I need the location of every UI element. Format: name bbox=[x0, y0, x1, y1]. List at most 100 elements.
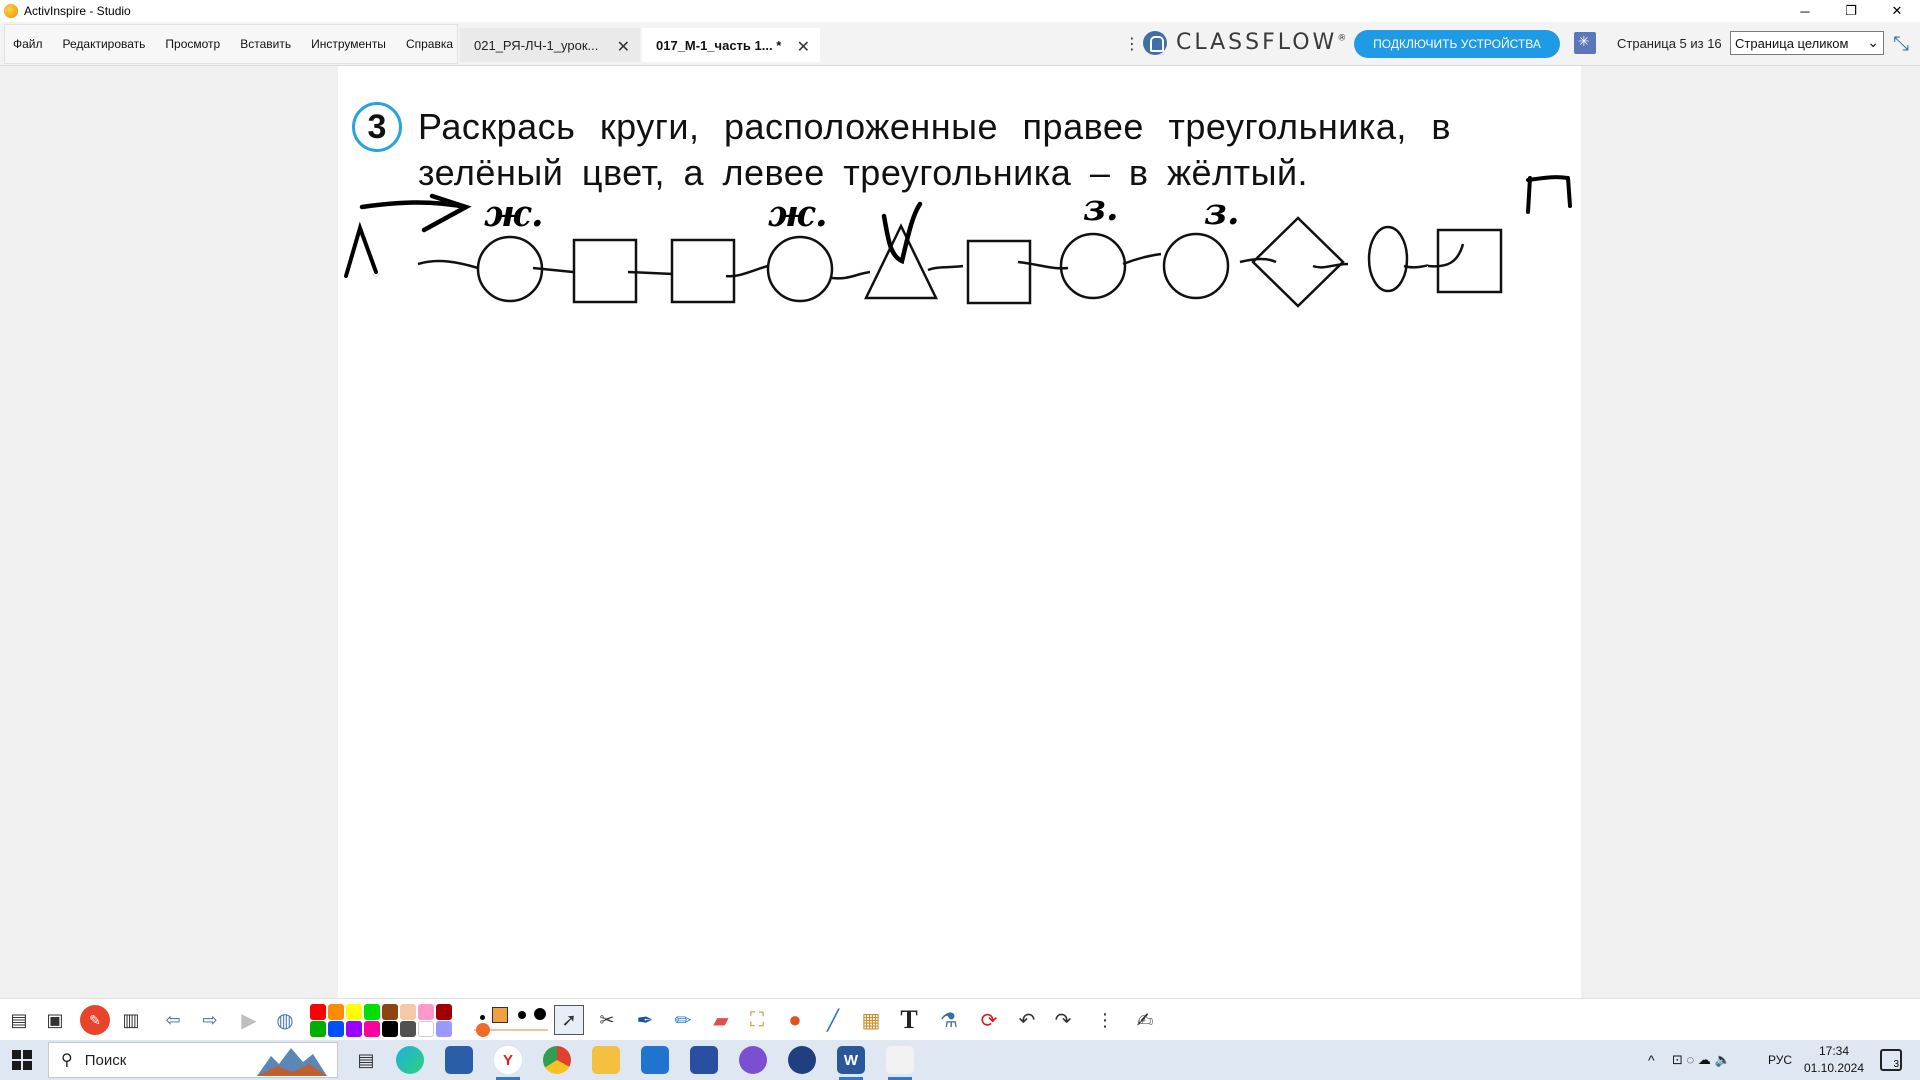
color-swatch-green[interactable] bbox=[364, 1004, 380, 1020]
page-browser-icon[interactable] bbox=[1574, 32, 1596, 54]
menu-file[interactable]: Файл bbox=[13, 37, 43, 51]
pen-size-medium[interactable] bbox=[518, 1011, 526, 1019]
globe-icon[interactable]: ◍ bbox=[270, 1005, 300, 1035]
clock-time: 17:34 bbox=[1818, 1044, 1850, 1058]
resource-library-icon[interactable]: ▦ bbox=[856, 1005, 886, 1035]
desktop-annotate-icon[interactable]: ▥ bbox=[116, 1005, 146, 1035]
search-placeholder: Поиск bbox=[84, 1051, 127, 1069]
highlighter-icon[interactable]: ✏ bbox=[668, 1005, 698, 1035]
menu-tools[interactable]: Инструменты bbox=[311, 37, 386, 51]
connect-devices-button[interactable]: ПОДКЛЮЧИТЬ УСТРОЙСТВА bbox=[1354, 30, 1560, 58]
tab-label: 017_М-1_часть 1... * bbox=[656, 37, 782, 53]
shape-circle bbox=[1162, 232, 1230, 300]
classflow-registered-mark: ® bbox=[1337, 33, 1347, 44]
reset-page-icon[interactable]: ⟳ bbox=[974, 1005, 1004, 1035]
word-icon[interactable]: W bbox=[837, 1046, 865, 1080]
chrome-browser-icon[interactable] bbox=[543, 1046, 571, 1074]
windows-start-icon[interactable] bbox=[12, 1050, 32, 1070]
play-icon[interactable]: ▶ bbox=[234, 1005, 264, 1035]
menu-view[interactable]: Просмотр bbox=[165, 37, 220, 51]
magic-ink-icon[interactable]: ⚗ bbox=[934, 1005, 964, 1035]
color-swatch-orange[interactable] bbox=[328, 1004, 344, 1020]
redo-icon[interactable]: ↷ bbox=[1048, 1005, 1078, 1035]
shapes-tool-icon[interactable]: ● bbox=[780, 1005, 810, 1035]
color-swatch-blue[interactable] bbox=[328, 1021, 344, 1037]
pen-size-small[interactable] bbox=[480, 1015, 485, 1020]
taskbar-search[interactable]: ⚲ Поиск bbox=[48, 1042, 338, 1078]
color-swatch-magenta[interactable] bbox=[364, 1021, 380, 1037]
clock-date: 01.10.2024 bbox=[1803, 1061, 1865, 1075]
menu-help[interactable]: Справка bbox=[406, 37, 453, 51]
edge-browser-icon[interactable] bbox=[396, 1046, 424, 1074]
file-explorer-icon[interactable] bbox=[592, 1046, 620, 1074]
activinspire-taskbar-icon[interactable] bbox=[886, 1046, 914, 1080]
connector-tool-icon[interactable]: ╱ bbox=[818, 1005, 848, 1035]
next-page-icon[interactable]: ⇨ bbox=[195, 1005, 225, 1035]
pen-tool-icon[interactable]: ✒ bbox=[630, 1005, 660, 1035]
text-tool-icon[interactable]: T bbox=[894, 1005, 924, 1035]
window-title: ActivInspire - Studio bbox=[24, 4, 131, 18]
pen-size-large[interactable] bbox=[534, 1008, 546, 1020]
color-swatch-darkgreen[interactable] bbox=[310, 1021, 326, 1037]
color-swatch-brown[interactable] bbox=[382, 1004, 398, 1020]
pen-size-slider-handle[interactable] bbox=[476, 1023, 490, 1037]
window-titlebar: ActivInspire - Studio ─ ❐ ✕ bbox=[0, 0, 1920, 22]
pen-size-selected[interactable] bbox=[492, 1007, 508, 1023]
main-menu-icon[interactable]: ▤ bbox=[4, 1005, 34, 1035]
activinspire-app-icon bbox=[4, 4, 18, 18]
menu-edit[interactable]: Редактировать bbox=[63, 37, 146, 51]
search-icon: ⚲ bbox=[61, 1052, 73, 1069]
more-tools-icon[interactable]: ⋮ bbox=[1090, 1005, 1120, 1035]
minimize-button[interactable]: ─ bbox=[1782, 0, 1828, 22]
menu-insert[interactable]: Вставить bbox=[240, 37, 291, 51]
color-swatch-gray[interactable] bbox=[400, 1021, 416, 1037]
toolbox-settings-icon[interactable]: ✍ bbox=[1130, 1005, 1160, 1035]
tray-icons[interactable]: ⊡ ◌ ☁ 🔈 bbox=[1672, 1040, 1731, 1080]
close-window-button[interactable]: ✕ bbox=[1874, 0, 1920, 22]
fill-tool-icon[interactable]: ⛶ bbox=[742, 1005, 772, 1035]
color-swatch-yellow[interactable] bbox=[346, 1004, 362, 1020]
document-tab-2-active[interactable]: 017_М-1_часть 1... * ✕ bbox=[642, 28, 820, 62]
calendar-app-icon[interactable] bbox=[690, 1046, 718, 1074]
store-icon[interactable] bbox=[445, 1046, 473, 1074]
annotation-yellow-2: ж. bbox=[768, 193, 828, 235]
bottom-toolbar: ▤ ▣ ✎ ▥ ⇦ ⇨ ▶ ◍ ➚ ✂ ✒ ✏ ▰ ⛶ ● ╱ ▦ T ⚗ ⟳ … bbox=[0, 998, 1920, 1040]
page-counter: Страница 5 из 16 bbox=[1617, 36, 1722, 51]
eraser-icon[interactable]: ▰ bbox=[706, 1005, 736, 1035]
task-number: 3 bbox=[352, 102, 402, 152]
color-swatch-peach[interactable] bbox=[400, 1004, 416, 1020]
notification-center-icon[interactable]: 3 bbox=[1880, 1049, 1902, 1071]
color-swatch-lavender[interactable] bbox=[436, 1021, 452, 1037]
color-swatch-red[interactable] bbox=[310, 1004, 326, 1020]
shapes-figure[interactable]: ж. ж. з. з. Л П bbox=[338, 166, 1581, 406]
document-tab-1[interactable]: 021_РЯ-ЛЧ-1_урок... ✕ bbox=[460, 28, 640, 62]
restore-button[interactable]: ❐ bbox=[1828, 0, 1874, 22]
color-swatch-black[interactable] bbox=[382, 1021, 398, 1037]
tray-chevron-icon[interactable]: ^ bbox=[1648, 1040, 1655, 1080]
undo-icon[interactable]: ↶ bbox=[1012, 1005, 1042, 1035]
yandex-browser-icon[interactable]: Y bbox=[494, 1046, 522, 1080]
astra-app-icon[interactable] bbox=[788, 1046, 816, 1074]
annotation-green-2: з. bbox=[1204, 191, 1240, 233]
view-select[interactable]: Страница целиком ⌄ bbox=[1730, 31, 1884, 55]
color-swatch-darkred[interactable] bbox=[436, 1004, 452, 1020]
previous-page-icon[interactable]: ⇦ bbox=[158, 1005, 188, 1035]
color-swatch-pink[interactable] bbox=[418, 1004, 434, 1020]
clock[interactable]: 17:34 01.10.2024 bbox=[1792, 1043, 1876, 1077]
pen-mode-icon[interactable]: ✎ bbox=[80, 1005, 110, 1035]
input-language[interactable]: РУС bbox=[1768, 1040, 1792, 1080]
tab-close-icon[interactable]: ✕ bbox=[617, 37, 630, 57]
color-swatch-white[interactable] bbox=[418, 1021, 434, 1037]
flipchart-page[interactable]: 3 Раскрась круги, расположенные правее т… bbox=[338, 66, 1581, 998]
profile-icon[interactable]: ▣ bbox=[40, 1005, 70, 1035]
tools-icon[interactable]: ✂ bbox=[592, 1005, 622, 1035]
color-swatch-purple[interactable] bbox=[346, 1021, 362, 1037]
shape-circle bbox=[476, 235, 544, 303]
more-options-icon[interactable]: ⋮ bbox=[1124, 34, 1140, 54]
select-tool-icon[interactable]: ➚ bbox=[554, 1005, 584, 1035]
tab-close-icon[interactable]: ✕ bbox=[797, 37, 810, 57]
fullscreen-icon[interactable]: ⤡ bbox=[1893, 33, 1915, 55]
task-view-icon[interactable]: ▤ bbox=[352, 1046, 380, 1074]
viber-icon[interactable] bbox=[739, 1046, 767, 1074]
mail-icon[interactable] bbox=[641, 1046, 669, 1074]
